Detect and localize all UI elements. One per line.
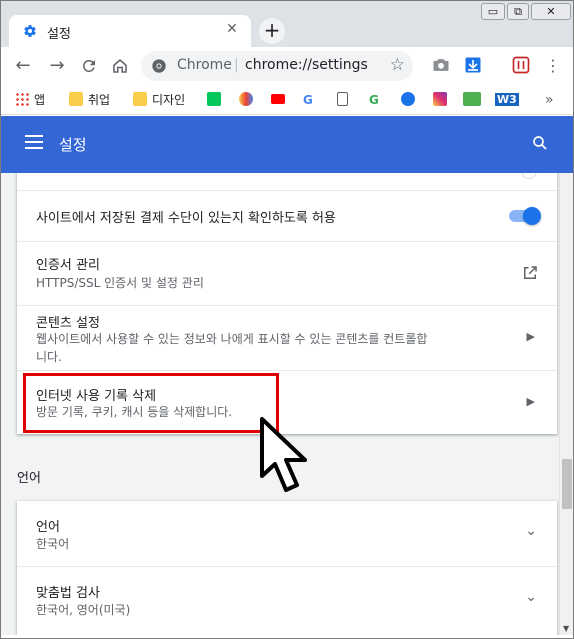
mouse-pointer-icon: [260, 417, 307, 492]
highlight-box: [23, 373, 279, 433]
w3schools-icon[interactable]: W3: [495, 91, 519, 109]
bookmark-folder-design[interactable]: 디자인: [133, 91, 185, 109]
bookmark-label: 취업: [88, 93, 111, 107]
menu-kebab-icon[interactable]: ⋮: [541, 54, 565, 78]
home-icon: [113, 59, 127, 73]
folder-icon: [133, 92, 147, 106]
browser-window: 설정 ✕ + ▭ ⧉ ✕ ← → Chrome | chrome://setti…: [0, 0, 574, 639]
daum-icon[interactable]: [239, 91, 253, 109]
url-separator: |: [234, 57, 239, 73]
home-button[interactable]: [108, 54, 132, 78]
chrome-icon: [152, 59, 166, 73]
bookmark-apps[interactable]: 앱: [15, 91, 45, 109]
instagram-icon[interactable]: [433, 91, 447, 109]
truncated-row: [17, 173, 557, 190]
naver-icon[interactable]: [207, 91, 221, 109]
page-icon[interactable]: [337, 91, 348, 109]
bookmarks-bar: 앱 취업 디자인 G G W3 »: [1, 85, 573, 115]
page-title: 설정: [59, 136, 87, 154]
folder-icon: [69, 92, 83, 106]
certificates-title: 인증서 관리: [36, 258, 100, 273]
site-label: Chrome: [177, 57, 232, 73]
scrollbar[interactable]: ▼: [559, 173, 573, 635]
external-link-icon[interactable]: [521, 264, 539, 282]
tab-close-icon[interactable]: ✕: [223, 21, 241, 37]
close-window-button[interactable]: ✕: [531, 3, 571, 20]
bookmark-folder-jobs[interactable]: 취업: [69, 91, 110, 109]
languages-section-title: 언어: [17, 471, 41, 486]
partial-toggle-icon: [521, 173, 537, 179]
google-icon[interactable]: G: [369, 91, 379, 109]
language-title: 언어: [36, 520, 60, 535]
browser-toolbar: ← → Chrome | chrome://settings ☆ ⋮: [1, 47, 573, 85]
bookmark-star-icon[interactable]: ☆: [390, 55, 405, 75]
chevron-down-icon[interactable]: ⌄: [525, 523, 537, 539]
manage-certificates-row[interactable]: 인증서 관리 HTTPS/SSL 인증서 및 설정 관리: [17, 241, 557, 305]
spell-check-title: 맞춤법 검사: [36, 586, 100, 601]
spell-check-row[interactable]: 맞춤법 검사 한국어, 영어(미국) ⌄: [17, 566, 557, 635]
content-settings-row[interactable]: 콘텐츠 설정 웹사이트에서 사용할 수 있는 정보와 나에게 표시할 수 있는 …: [17, 305, 557, 370]
dict-icon[interactable]: [401, 91, 415, 109]
youtube-icon[interactable]: [271, 91, 285, 109]
settings-gear-icon: [24, 25, 36, 37]
apps-grid-icon: [15, 92, 29, 106]
languages-card: 언어 한국어 ⌄ 맞춤법 검사 한국어, 영어(미국) ⌄: [17, 501, 557, 635]
chevron-down-icon[interactable]: ⌄: [525, 589, 537, 605]
url-text: chrome://settings: [245, 57, 368, 73]
tab-strip: 설정 ✕ + ▭ ⧉ ✕: [1, 1, 573, 47]
scrollbar-thumb[interactable]: [562, 459, 572, 509]
settings-header: 설정: [1, 116, 573, 173]
language-row[interactable]: 언어 한국어 ⌄: [17, 501, 557, 566]
tab-settings[interactable]: 설정 ✕: [9, 15, 251, 47]
w3-green-icon[interactable]: [463, 91, 481, 109]
arrow-right-icon: ▶: [526, 395, 535, 408]
download-extension-icon[interactable]: [463, 55, 483, 75]
minimize-button[interactable]: ▭: [481, 3, 505, 20]
hamburger-menu-icon[interactable]: [25, 135, 43, 149]
camera-icon[interactable]: [431, 55, 451, 75]
arrow-right-icon: ▶: [526, 330, 535, 343]
spell-check-subtitle: 한국어, 영어(미국): [36, 603, 131, 617]
reload-button[interactable]: [77, 54, 101, 78]
forward-button[interactable]: →: [45, 54, 69, 78]
address-bar[interactable]: Chrome | chrome://settings ☆: [141, 51, 413, 81]
certificates-subtitle: HTTPS/SSL 인증서 및 설정 관리: [36, 276, 204, 290]
reload-icon: [82, 59, 95, 72]
search-icon[interactable]: [531, 134, 549, 152]
language-subtitle: 한국어: [36, 537, 70, 551]
tab-title: 설정: [47, 27, 71, 42]
more-bookmarks-icon[interactable]: »: [545, 91, 554, 109]
bookmark-label: 앱: [34, 93, 46, 107]
google-icon[interactable]: G: [303, 91, 313, 109]
content-settings-subtitle-2: 니다.: [36, 350, 62, 364]
back-button[interactable]: ←: [11, 54, 35, 78]
bookmark-label: 디자인: [152, 93, 186, 107]
profile-extension-icon[interactable]: [511, 55, 531, 75]
new-tab-button[interactable]: +: [259, 18, 285, 44]
scroll-down-arrow-icon[interactable]: ▼: [563, 624, 569, 633]
restore-button[interactable]: ⧉: [507, 3, 529, 20]
payment-methods-title: 사이트에서 저장된 결제 수단이 있는지 확인하도록 허용: [36, 211, 336, 226]
payment-methods-row[interactable]: 사이트에서 저장된 결제 수단이 있는지 확인하도록 허용: [17, 190, 557, 241]
payment-methods-toggle[interactable]: [509, 207, 541, 225]
content-settings-subtitle-1: 웹사이트에서 사용할 수 있는 정보와 나에게 표시할 수 있는 콘텐츠를 컨트…: [36, 332, 428, 346]
